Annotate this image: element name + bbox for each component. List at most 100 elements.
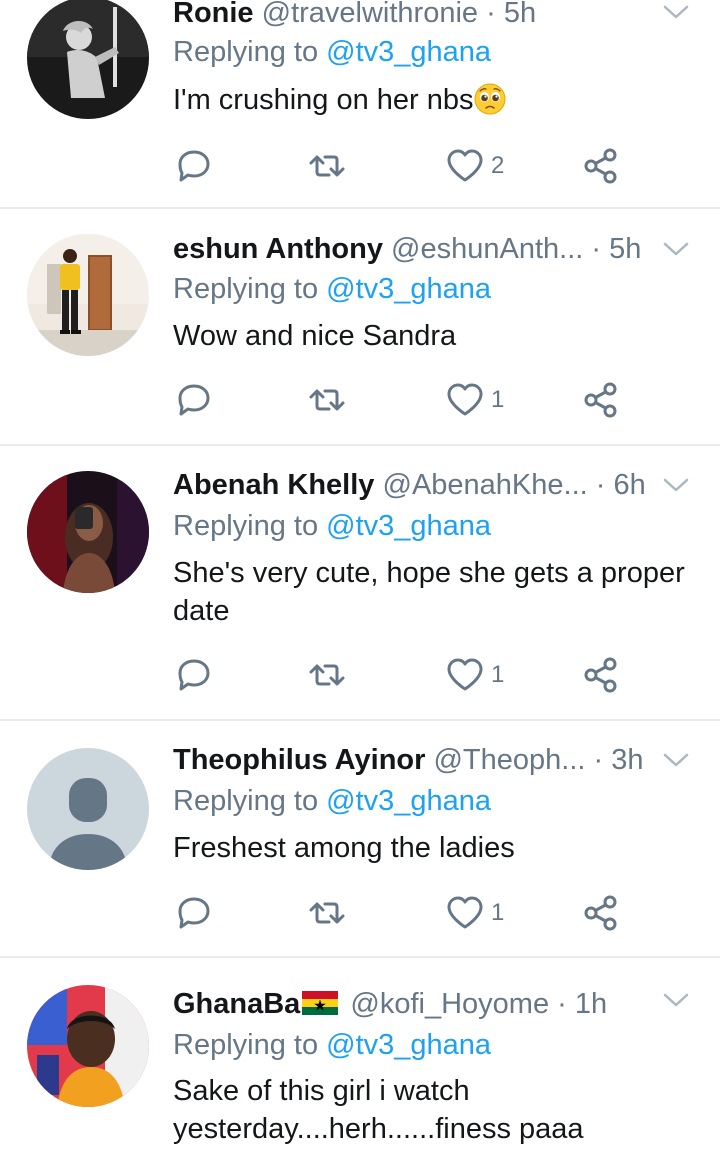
retweet-button[interactable] <box>307 653 347 697</box>
reply-button[interactable] <box>174 653 214 697</box>
user-handle[interactable]: @AbenahKhe... <box>383 469 588 501</box>
mention-link[interactable]: @tv3_ghana <box>326 273 491 305</box>
tweet-header: eshun Anthony @eshunAnth... · 5h <box>173 232 660 266</box>
reply-feed: Ronie @travelwithronie · 5h Replying to … <box>0 0 720 1152</box>
tweet-text-line: Sake of this girl i watch <box>173 1075 470 1107</box>
retweet-button[interactable] <box>307 378 347 422</box>
share-button[interactable] <box>581 653 621 697</box>
replying-to: Replying to @tv3_ghana <box>173 509 491 543</box>
tweet-text-line: She's very cute, hope she gets a proper <box>173 557 685 589</box>
tweet-header: Ronie @travelwithronie · 5h <box>173 0 660 30</box>
avatar[interactable] <box>27 471 149 593</box>
like-button[interactable]: 1 <box>445 891 504 935</box>
display-name[interactable]: Ronie <box>173 0 254 29</box>
separator-dot: · <box>486 0 496 29</box>
mention-link[interactable]: @tv3_ghana <box>326 36 491 68</box>
timestamp[interactable]: 6h <box>614 469 646 501</box>
share-button[interactable] <box>581 378 621 422</box>
timestamp[interactable]: 3h <box>611 744 643 776</box>
chevron-down-icon[interactable] <box>662 750 690 770</box>
reply-icon <box>174 380 214 420</box>
chevron-down-icon[interactable] <box>662 239 690 259</box>
like-icon <box>445 655 485 695</box>
tweet-text: Sake of this girl i watch yesterday....h… <box>173 1072 696 1148</box>
replying-to-label: Replying to <box>173 510 319 542</box>
mention-link[interactable]: @tv3_ghana <box>326 510 491 542</box>
tweet-actions: 2 <box>0 144 720 188</box>
user-handle[interactable]: @kofi_Hoyome <box>350 988 549 1020</box>
timestamp[interactable]: 5h <box>609 233 641 265</box>
chevron-down-icon[interactable] <box>662 990 690 1010</box>
replying-to-label: Replying to <box>173 36 319 68</box>
replying-to: Replying to @tv3_ghana <box>173 1028 491 1062</box>
mention-link[interactable]: @tv3_ghana <box>326 785 491 817</box>
reply-button[interactable] <box>174 144 214 188</box>
like-icon <box>445 146 485 186</box>
chevron-down-icon[interactable] <box>662 475 690 495</box>
like-button[interactable]: 1 <box>445 653 504 697</box>
like-count: 1 <box>491 386 505 413</box>
tweet-header: Theophilus Ayinor @Theoph... · 3h <box>173 743 660 777</box>
tweet[interactable]: Ronie @travelwithronie · 5h Replying to … <box>0 0 720 209</box>
retweet-button[interactable] <box>307 144 347 188</box>
tweet-text: She's very cute, hope she gets a proper … <box>173 554 696 630</box>
like-count: 1 <box>491 899 505 926</box>
like-count: 2 <box>491 152 505 179</box>
user-handle[interactable]: @eshunAnth... <box>391 233 583 265</box>
tweet-header: Abenah Khelly @AbenahKhe... · 6h <box>173 468 660 502</box>
retweet-icon <box>307 380 347 420</box>
tweet-actions: 1 <box>0 653 720 697</box>
replying-to: Replying to @tv3_ghana <box>173 784 491 818</box>
replying-to: Replying to @tv3_ghana <box>173 272 491 306</box>
tweet[interactable]: Abenah Khelly @AbenahKhe... · 6h Replyin… <box>0 446 720 721</box>
chevron-down-icon[interactable] <box>662 2 690 22</box>
timestamp[interactable]: 1h <box>575 988 607 1020</box>
user-handle[interactable]: @Theoph... <box>433 744 585 776</box>
tweet-text-line: date <box>173 595 230 627</box>
separator-dot: · <box>595 469 606 501</box>
reply-icon <box>174 655 214 695</box>
display-name[interactable]: Theophilus Ayinor <box>173 744 425 776</box>
ghana-flag-emoji <box>302 991 339 1015</box>
display-name[interactable]: eshun Anthony <box>173 233 383 265</box>
like-icon <box>445 380 485 420</box>
pleading-face-emoji <box>474 83 506 115</box>
mention-link[interactable]: @tv3_ghana <box>326 1029 491 1061</box>
display-name[interactable]: Abenah Khelly <box>173 469 374 501</box>
like-button[interactable]: 2 <box>445 144 504 188</box>
tweet-text: Freshest among the ladies <box>173 832 515 864</box>
reply-icon <box>174 893 214 933</box>
avatar[interactable] <box>27 0 149 119</box>
tweet-text-content: I'm crushing on her nbs <box>173 84 474 116</box>
user-handle[interactable]: @travelwithronie <box>262 0 478 29</box>
tweet-text: Wow and nice Sandra <box>173 320 457 352</box>
avatar[interactable] <box>27 748 149 870</box>
replying-to-label: Replying to <box>173 273 319 305</box>
share-button[interactable] <box>581 891 621 935</box>
separator-dot: · <box>593 744 604 776</box>
like-icon <box>445 893 485 933</box>
replying-to-label: Replying to <box>173 785 319 817</box>
tweet[interactable]: Theophilus Ayinor @Theoph... · 3h Replyi… <box>0 721 720 958</box>
separator-dot: · <box>557 988 567 1020</box>
tweet[interactable]: eshun Anthony @eshunAnth... · 5h Replyin… <box>0 209 720 446</box>
reply-button[interactable] <box>174 378 214 422</box>
tweet-text-line: yesterday....herh......finess paaa <box>173 1113 584 1145</box>
like-button[interactable]: 1 <box>445 378 504 422</box>
separator-dot: · <box>591 233 602 265</box>
timestamp[interactable]: 5h <box>504 0 536 29</box>
retweet-button[interactable] <box>307 891 347 935</box>
retweet-icon <box>307 893 347 933</box>
reply-button[interactable] <box>174 891 214 935</box>
display-name[interactable]: GhanaBa <box>173 988 300 1020</box>
retweet-icon <box>307 146 347 186</box>
share-icon <box>581 380 621 420</box>
tweet[interactable]: GhanaBa @kofi_Hoyome · 1h Replying to @t… <box>0 958 720 1152</box>
share-icon <box>581 893 621 933</box>
share-button[interactable] <box>581 144 621 188</box>
tweet-header: GhanaBa @kofi_Hoyome · 1h <box>173 987 660 1021</box>
share-icon <box>581 655 621 695</box>
avatar[interactable] <box>27 234 149 356</box>
avatar[interactable] <box>27 985 149 1107</box>
tweet-actions: 1 <box>0 891 720 935</box>
